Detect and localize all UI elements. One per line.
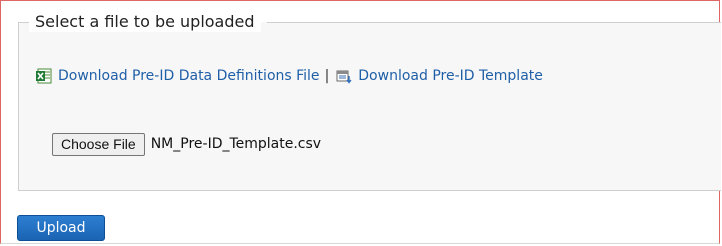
download-links: Download Pre-ID Data Definitions File | … <box>35 66 543 86</box>
selected-file-name: NM_Pre-ID_Template.csv <box>150 136 322 152</box>
upload-button[interactable]: Upload <box>17 215 105 241</box>
data-definitions-link-label: Download Pre-ID Data Definitions File <box>58 68 320 84</box>
choose-file-button[interactable]: Choose File <box>52 132 145 156</box>
download-data-definitions-link[interactable]: Download Pre-ID Data Definitions File <box>35 66 320 86</box>
file-upload-fieldset <box>18 22 721 191</box>
csv-download-icon <box>335 67 353 85</box>
link-separator: | <box>324 68 330 84</box>
upload-panel: Select a file to be uploaded Download Pr… <box>0 0 721 244</box>
template-link-label: Download Pre-ID Template <box>358 68 543 84</box>
excel-file-icon <box>35 67 53 85</box>
file-input-row: Choose File NM_Pre-ID_Template.csv <box>52 131 321 157</box>
fieldset-legend: Select a file to be uploaded <box>29 12 261 32</box>
download-template-link[interactable]: Download Pre-ID Template <box>335 66 543 86</box>
